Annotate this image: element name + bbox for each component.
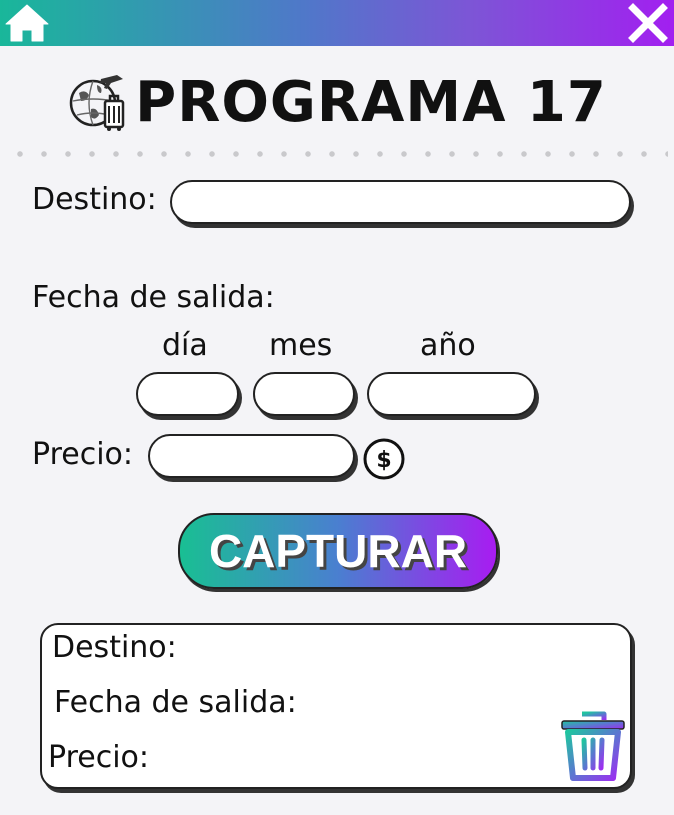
anio-input[interactable] [367,372,536,416]
result-fecha-label: Fecha de salida: [54,685,297,720]
dia-label: día [162,328,208,363]
dotted-divider [8,151,668,157]
svg-text:$: $ [376,448,391,473]
capturar-button[interactable]: CAPTURAR [178,513,498,589]
destino-input[interactable] [170,180,631,224]
mes-label: mes [269,328,333,363]
dollar-coin-icon: $ [363,438,405,480]
title-row: PROGRAMA 17 [0,62,674,142]
capturar-button-label: CAPTURAR [208,525,468,577]
close-icon[interactable] [628,3,668,43]
travel-globe-luggage-icon [69,75,125,131]
trash-icon[interactable] [558,710,628,782]
destino-label: Destino: [32,182,157,217]
result-precio-label: Precio: [48,740,149,775]
precio-input[interactable] [148,434,355,478]
home-icon[interactable] [4,2,50,44]
result-destino-label: Destino: [52,630,177,665]
page-title: PROGRAMA 17 [135,69,607,135]
dia-input[interactable] [136,372,239,416]
precio-label: Precio: [32,437,133,472]
anio-label: año [420,328,476,363]
mes-input[interactable] [253,372,355,416]
fecha-label: Fecha de salida: [32,280,275,315]
top-bar [0,0,674,46]
